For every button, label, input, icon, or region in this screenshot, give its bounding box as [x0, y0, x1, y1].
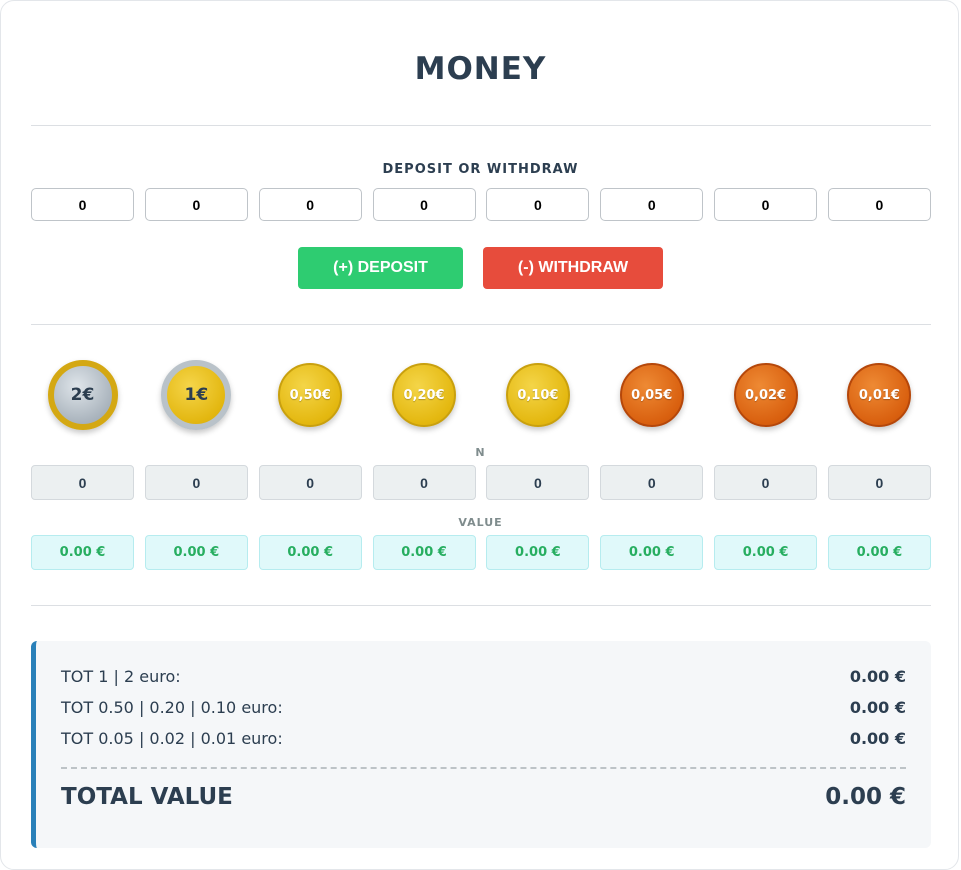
summary-row-amount: 0.00 €	[849, 729, 906, 748]
values-label: VALUE	[458, 516, 503, 529]
total-amount: 0.00 €	[825, 784, 906, 810]
deposit-input-002[interactable]	[714, 188, 818, 221]
deposit-input-010[interactable]	[486, 188, 590, 221]
divider	[31, 605, 931, 606]
count-002: 0	[714, 465, 818, 500]
coin-1-cent: 0,01€	[847, 363, 912, 427]
summary-row: TOT 1 | 2 euro: 0.00 €	[61, 667, 906, 686]
deposit-input-020[interactable]	[372, 188, 476, 221]
withdraw-button[interactable]: (-) WITHDRAW	[483, 247, 663, 289]
value-002: 0.00 €	[714, 535, 818, 570]
value-020: 0.00 €	[372, 535, 476, 570]
summary-row: TOT 0.50 | 0.20 | 0.10 euro: 0.00 €	[61, 698, 906, 717]
counts-label: N	[475, 446, 486, 459]
divider	[31, 125, 931, 126]
deposit-input-001[interactable]	[827, 188, 931, 221]
coin-2-euro: 2€	[47, 360, 118, 430]
count-010: 0	[486, 465, 590, 500]
value-050: 0.00 €	[258, 535, 362, 570]
summary-panel: TOT 1 | 2 euro: 0.00 € TOT 0.50 | 0.20 |…	[31, 641, 931, 848]
counts-row: 0 0 0 0 0 0 0 0	[31, 465, 931, 500]
coins-row: 2€ 1€ 0,50€ 0,20€ 0,10€ 0,05€ 0,02€ 0,01…	[31, 360, 931, 430]
coin-5-cent: 0,05€	[619, 363, 684, 427]
total-row: TOTAL VALUE 0.00 €	[61, 784, 906, 810]
total-label: TOTAL VALUE	[61, 784, 233, 810]
count-020: 0	[372, 465, 476, 500]
value-2e: 0.00 €	[31, 535, 134, 570]
divider	[31, 324, 931, 325]
summary-row-label: TOT 0.05 | 0.02 | 0.01 euro:	[61, 729, 283, 748]
deposit-input-1e[interactable]	[144, 188, 248, 221]
coin-2-cent: 0,02€	[733, 363, 798, 427]
summary-row-amount: 0.00 €	[849, 667, 906, 686]
summary-row-label: TOT 0.50 | 0.20 | 0.10 euro:	[61, 698, 283, 717]
summary-divider	[61, 767, 906, 769]
value-005: 0.00 €	[600, 535, 704, 570]
page-title: MONEY	[414, 51, 547, 87]
value-001: 0.00 €	[827, 535, 931, 570]
count-005: 0	[600, 465, 704, 500]
coin-1-euro: 1€	[161, 360, 232, 430]
count-2e: 0	[31, 465, 134, 500]
deposit-section-label: DEPOSIT OR WITHDRAW	[382, 162, 579, 177]
deposit-inputs-row	[31, 188, 931, 221]
summary-row-amount: 0.00 €	[849, 698, 906, 717]
deposit-input-005[interactable]	[600, 188, 704, 221]
count-001: 0	[827, 465, 931, 500]
count-1e: 0	[144, 465, 248, 500]
summary-row-label: TOT 1 | 2 euro:	[61, 667, 181, 686]
summary-row: TOT 0.05 | 0.02 | 0.01 euro: 0.00 €	[61, 729, 906, 748]
deposit-input-050[interactable]	[258, 188, 362, 221]
coin-20-cent: 0,20€	[392, 363, 457, 427]
value-010: 0.00 €	[486, 535, 590, 570]
coin-10-cent: 0,10€	[505, 363, 570, 427]
deposit-button[interactable]: (+) DEPOSIT	[298, 247, 463, 289]
count-050: 0	[258, 465, 362, 500]
value-1e: 0.00 €	[144, 535, 248, 570]
deposit-input-2e[interactable]	[31, 188, 134, 221]
values-row: 0.00 € 0.00 € 0.00 € 0.00 € 0.00 € 0.00 …	[31, 535, 931, 570]
coin-50-cent: 0,50€	[278, 363, 343, 427]
